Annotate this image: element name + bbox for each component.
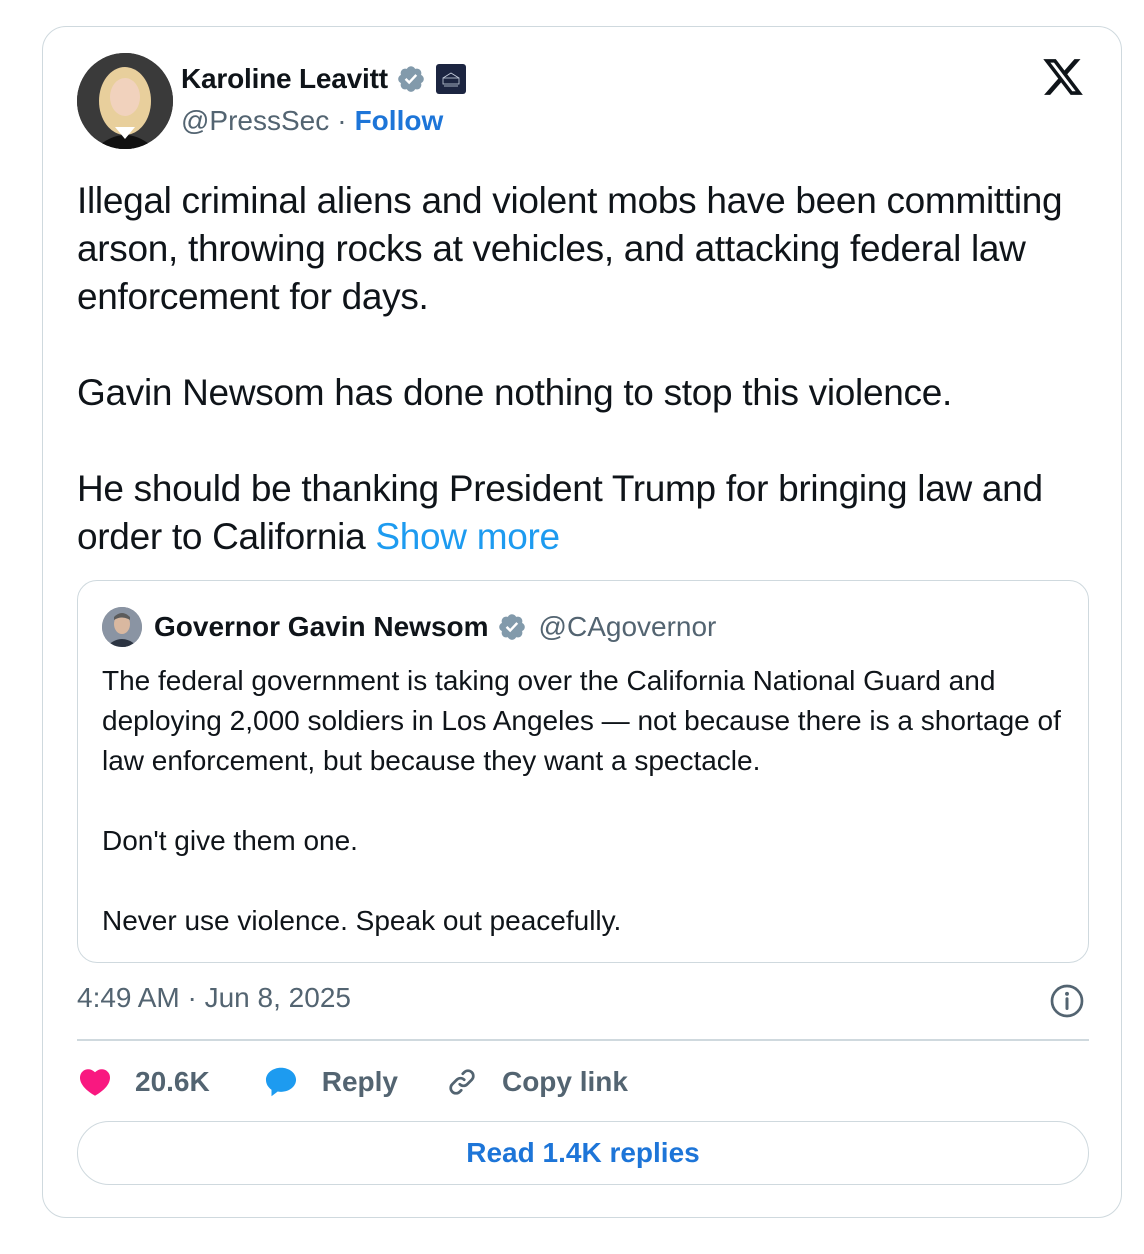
like-count: 20.6K — [135, 1066, 210, 1097]
link-icon — [449, 1069, 475, 1095]
divider — [77, 1039, 1089, 1041]
read-replies-button[interactable]: Read 1.4K replies — [77, 1121, 1089, 1185]
author-display-name[interactable]: Karoline Leavitt — [181, 63, 388, 95]
tweet-card: Karoline Leavitt @PressSec · Follow Ille… — [42, 26, 1122, 1218]
quoted-tweet-text: The federal government is taking over th… — [102, 661, 1072, 941]
copy-link-button[interactable]: Copy link — [444, 1064, 628, 1100]
tweet-paragraph-text: He should be thanking President Trump fo… — [77, 468, 1043, 557]
verified-badge-icon — [398, 66, 424, 92]
info-icon[interactable] — [1049, 983, 1085, 1019]
tweet-paragraph: Gavin Newsom has done nothing to stop th… — [77, 372, 952, 413]
quoted-tweet[interactable]: Governor Gavin Newsom @CAgovernor The fe… — [77, 580, 1089, 963]
copy-link-label: Copy link — [501, 1066, 628, 1097]
like-button[interactable]: 20.6K — [77, 1064, 262, 1100]
reply-bubble-icon — [265, 1067, 296, 1097]
verified-badge-icon — [498, 614, 525, 640]
tweet-timestamp[interactable]: 4:49 AM · Jun 8, 2025 — [77, 982, 351, 1014]
heart-icon — [79, 1069, 111, 1096]
handle-separator: · — [337, 105, 347, 136]
author-avatar[interactable] — [77, 53, 173, 149]
tweet-paragraph: He should be thanking President Trump fo… — [77, 465, 1087, 561]
x-logo-icon[interactable] — [1041, 55, 1085, 99]
author-handle[interactable]: @PressSec — [181, 105, 329, 137]
quoted-author-avatar[interactable] — [102, 607, 142, 647]
tweet-paragraph: Illegal criminal aliens and violent mobs… — [77, 180, 1063, 317]
quoted-paragraph: Never use violence. Speak out peacefully… — [102, 905, 622, 936]
white-house-icon[interactable] — [435, 64, 466, 94]
reply-button[interactable]: Reply — [262, 1063, 444, 1101]
follow-button[interactable]: Follow — [355, 105, 444, 137]
quoted-author-handle[interactable]: @CAgovernor — [539, 611, 717, 643]
action-bar: 20.6K Reply Copy link — [77, 1062, 628, 1102]
tweet-text: Illegal criminal aliens and violent mobs… — [77, 177, 1087, 561]
quoted-author-name[interactable]: Governor Gavin Newsom — [154, 611, 489, 643]
quoted-paragraph: The federal government is taking over th… — [102, 665, 1061, 776]
show-more-link[interactable]: Show more — [375, 516, 560, 557]
reply-label: Reply — [321, 1066, 398, 1097]
quoted-paragraph: Don't give them one. — [102, 825, 358, 856]
